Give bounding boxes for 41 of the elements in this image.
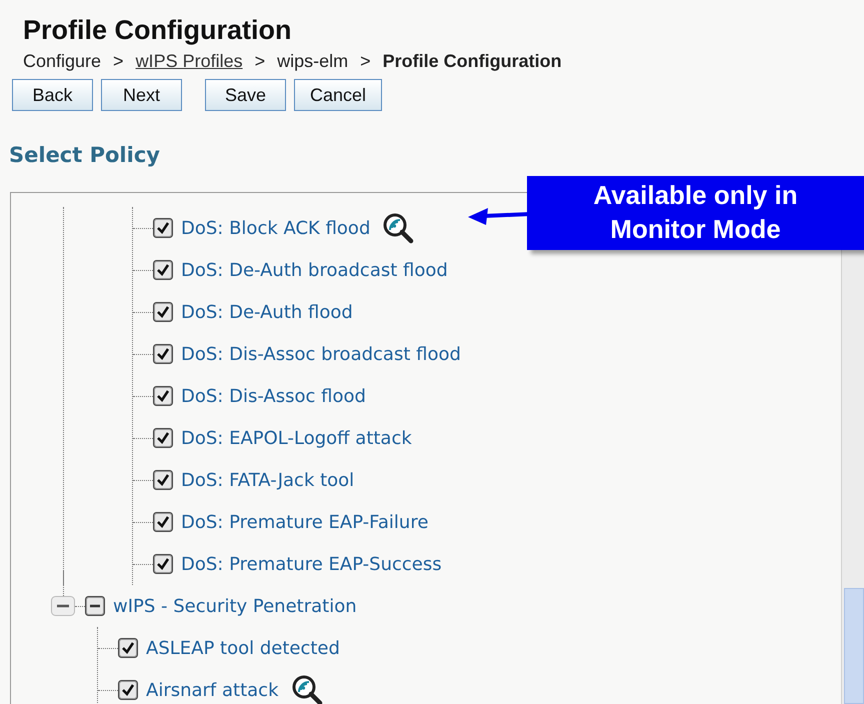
checkbox[interactable] [153,554,173,574]
breadcrumb-separator: > [113,50,124,73]
tree-item[interactable]: wIPS - Security Penetration [113,596,357,616]
toolbar-button[interactable]: Next [101,79,182,111]
breadcrumb-separator: > [254,50,266,73]
checkbox[interactable] [153,302,173,322]
breadcrumb-current: Profile Configuration [382,50,562,73]
toolbar-button[interactable]: Back [12,79,93,111]
tree-item[interactable]: DoS: EAPOL-Logoff attack [181,428,412,448]
checkbox[interactable] [153,470,173,490]
tree-item[interactable]: ASLEAP tool detected [146,638,340,658]
checkbox[interactable] [153,218,173,238]
checkbox[interactable] [85,596,105,616]
callout: Available only in Monitor Mode [527,176,864,250]
section-title: Select Policy [8,142,161,169]
collapse-icon[interactable] [51,596,75,616]
page-title: Profile Configuration [22,14,292,46]
tree-item[interactable]: DoS: Block ACK flood [181,218,370,238]
tree-item[interactable]: Airsnarf attack [146,680,278,700]
tree-item[interactable]: DoS: Premature EAP-Failure [181,512,428,532]
checkbox[interactable] [118,638,138,658]
tree-item[interactable]: DoS: FATA-Jack tool [181,470,354,490]
callout-arrow [466,206,530,226]
checkbox[interactable] [153,344,173,364]
checkbox[interactable] [153,512,173,532]
tree-item[interactable]: DoS: De-Auth flood [181,302,353,322]
breadcrumb-link[interactable]: wIPS Profiles [136,49,243,73]
scrollbar-thumb[interactable] [844,588,864,704]
checkbox[interactable] [118,680,138,700]
tree-item[interactable]: DoS: Premature EAP-Success [181,554,442,574]
toolbar-button[interactable]: Cancel [294,79,382,111]
tree-item[interactable]: DoS: Dis-Assoc flood [181,386,366,406]
breadcrumb-item: wips-elm [277,50,348,73]
breadcrumb-item: Configure [23,50,102,73]
tree-item[interactable]: DoS: De-Auth broadcast flood [181,260,448,280]
toolbar-button[interactable]: Save [205,79,286,111]
tree-item[interactable]: DoS: Dis-Assoc broadcast flood [181,344,461,364]
breadcrumb-separator: > [360,50,371,73]
checkbox[interactable] [153,386,173,406]
checkbox[interactable] [153,260,173,280]
checkbox[interactable] [153,428,173,448]
